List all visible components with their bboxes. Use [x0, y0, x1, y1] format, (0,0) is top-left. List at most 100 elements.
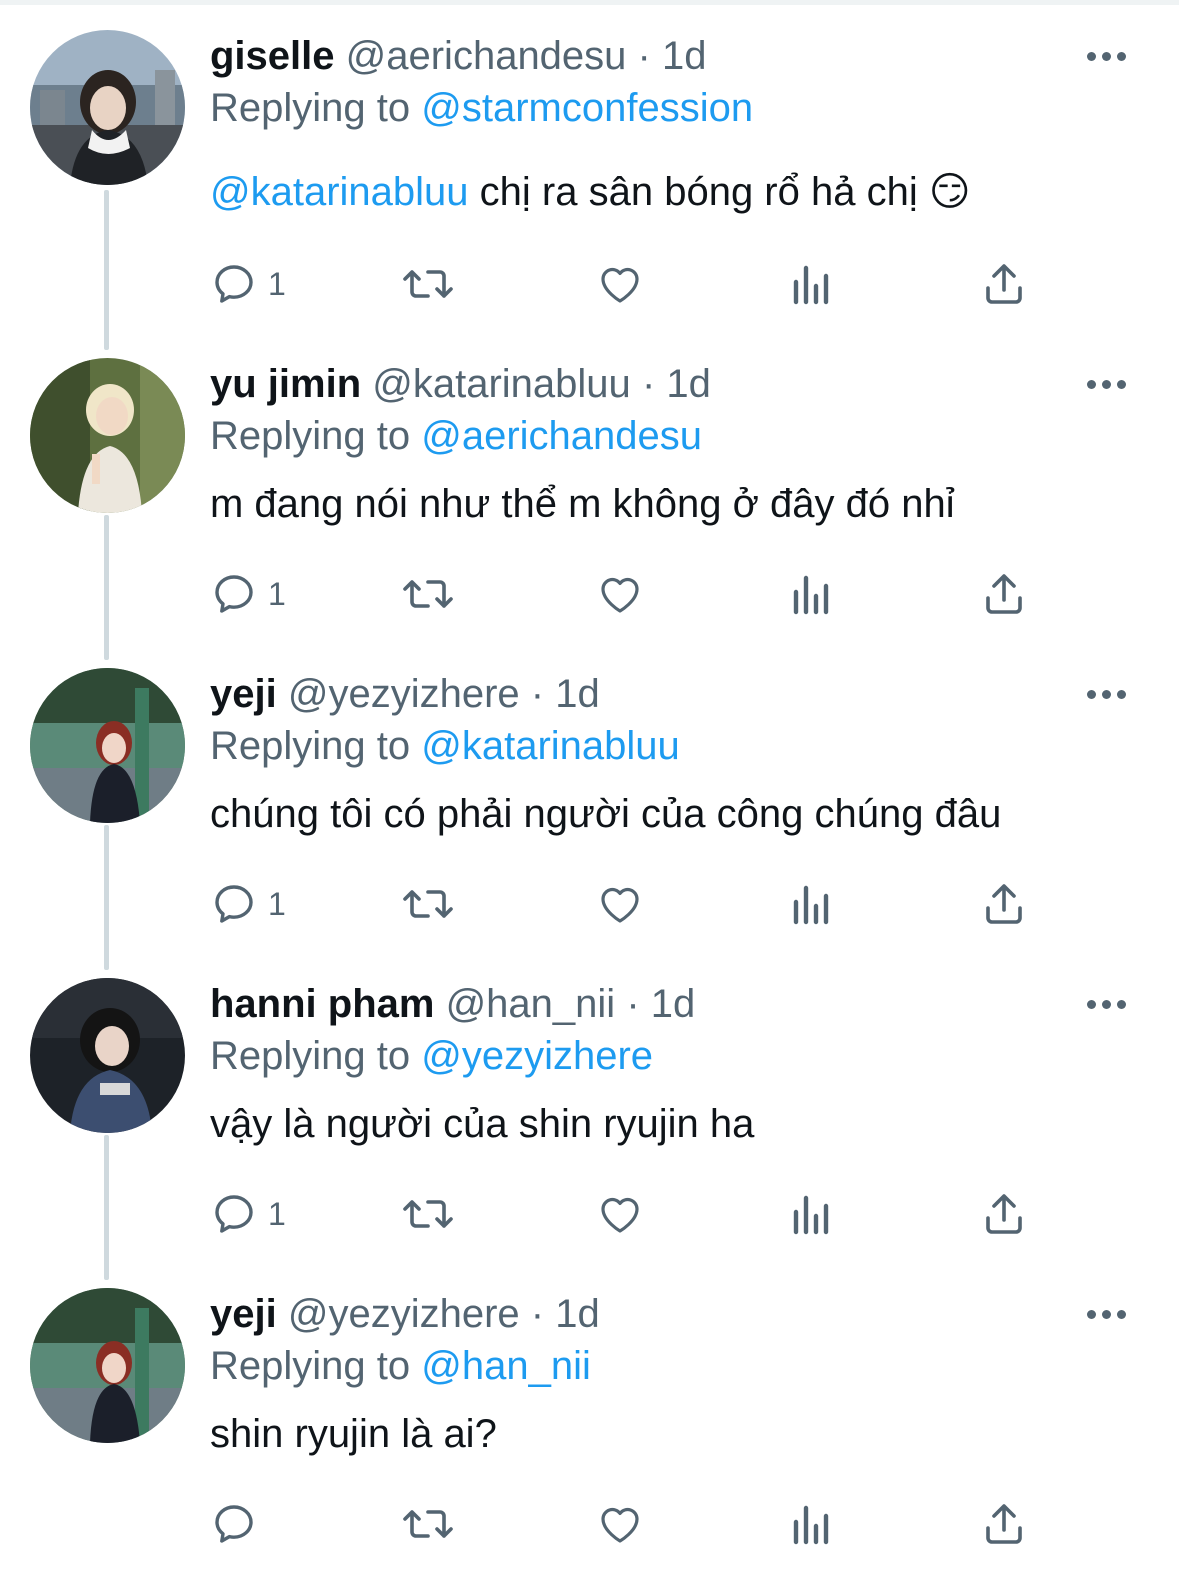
avatar[interactable] [30, 978, 185, 1133]
views-button[interactable] [792, 564, 832, 624]
display-name[interactable]: yeji [210, 1292, 277, 1336]
reply-button[interactable]: 1 [210, 874, 286, 934]
like-button[interactable] [595, 1184, 645, 1244]
like-icon [601, 577, 639, 613]
share-icon [986, 574, 1022, 614]
like-button[interactable] [595, 1494, 645, 1554]
avatar[interactable] [30, 30, 185, 185]
retweet-icon [403, 890, 453, 918]
tweet-header: yu jimin @katarinabluu · 1d [210, 361, 711, 407]
retweet-icon [403, 1510, 453, 1538]
user-handle[interactable]: @aerichandesu [346, 34, 627, 78]
like-button[interactable] [595, 874, 645, 934]
display-name[interactable]: yeji [210, 672, 277, 716]
tweet-header: hanni pham @han_nii · 1d [210, 981, 695, 1027]
tweet[interactable]: hanni pham @han_nii · 1d Replying to @ye… [0, 948, 1179, 1258]
tweet[interactable]: yu jimin @katarinabluu · 1d Replying to … [0, 328, 1179, 638]
replying-to-link[interactable]: @aerichandesu [421, 414, 702, 458]
views-button[interactable] [792, 1184, 832, 1244]
timestamp[interactable]: 1d [651, 982, 696, 1026]
share-icon [986, 1194, 1022, 1234]
views-icon [793, 265, 829, 305]
more-icon[interactable] [1087, 46, 1131, 66]
smirk-emoji: 😏 [928, 170, 971, 214]
like-button[interactable] [595, 564, 645, 624]
share-button[interactable] [982, 564, 1026, 624]
tweet[interactable]: yeji @yezyizhere · 1d Replying to @han_n… [0, 1258, 1179, 1568]
avatar[interactable] [30, 1288, 185, 1443]
timestamp[interactable]: 1d [555, 672, 600, 716]
replying-to: Replying to @starmconfession [210, 85, 753, 131]
reply-count: 1 [268, 1195, 286, 1232]
mention-link[interactable]: @katarinabluu [210, 170, 469, 214]
user-handle[interactable]: @katarinabluu [372, 362, 631, 406]
share-button[interactable] [982, 874, 1026, 934]
reply-button[interactable]: 1 [210, 1184, 286, 1244]
views-icon [793, 885, 829, 925]
tweet[interactable]: giselle @aerichandesu · 1d Replying to @… [0, 0, 1179, 310]
retweet-button[interactable] [400, 564, 456, 624]
retweet-button[interactable] [400, 1184, 456, 1244]
like-button[interactable] [595, 254, 645, 314]
replying-to-label: Replying to [210, 414, 411, 458]
more-icon[interactable] [1087, 374, 1131, 394]
action-bar [210, 1494, 1050, 1554]
user-handle[interactable]: @han_nii [446, 982, 616, 1026]
views-button[interactable] [792, 254, 832, 314]
share-button[interactable] [982, 1184, 1026, 1244]
replying-to-label: Replying to [210, 1034, 411, 1078]
reply-count: 1 [268, 265, 286, 302]
avatar[interactable] [30, 668, 185, 823]
share-icon [986, 884, 1022, 924]
timestamp[interactable]: 1d [555, 1292, 600, 1336]
action-bar: 1 [210, 564, 1050, 624]
separator: · [530, 1292, 545, 1336]
action-bar: 1 [210, 874, 1050, 934]
views-icon [793, 1505, 829, 1545]
replying-to-link[interactable]: @han_nii [421, 1344, 591, 1388]
tweet-header: yeji @yezyizhere · 1d [210, 671, 600, 717]
reply-button[interactable]: 1 [210, 564, 286, 624]
tweet-text: vậy là người của shin ryujin ha [210, 1102, 755, 1146]
share-button[interactable] [982, 1494, 1026, 1554]
tweet-text: shin ryujin là ai? [210, 1412, 497, 1456]
share-button[interactable] [982, 254, 1026, 314]
replying-to-link[interactable]: @starmconfession [421, 86, 753, 130]
replying-to-link[interactable]: @yezyizhere [421, 1034, 653, 1078]
user-handle[interactable]: @yezyizhere [288, 1292, 520, 1336]
tweet-text: @katarinabluu chị ra sân bóng rổ hả chị … [210, 168, 971, 216]
replying-to: Replying to @yezyizhere [210, 1033, 653, 1079]
reply-icon [215, 1505, 253, 1543]
views-icon [793, 575, 829, 615]
display-name[interactable]: hanni pham [210, 982, 434, 1026]
reply-count: 1 [268, 885, 286, 922]
display-name[interactable]: yu jimin [210, 362, 361, 406]
avatar[interactable] [30, 358, 185, 513]
reply-button[interactable] [210, 1494, 268, 1554]
display-name[interactable]: giselle [210, 34, 335, 78]
replying-to-label: Replying to [210, 86, 411, 130]
like-icon [601, 887, 639, 923]
replying-to-link[interactable]: @katarinabluu [421, 724, 680, 768]
more-icon[interactable] [1087, 994, 1131, 1014]
timestamp[interactable]: 1d [662, 34, 707, 78]
tweet-header: giselle @aerichandesu · 1d [210, 33, 707, 79]
action-bar: 1 [210, 254, 1050, 314]
reply-icon [215, 575, 253, 613]
reply-button[interactable]: 1 [210, 254, 286, 314]
retweet-icon [403, 1200, 453, 1228]
retweet-button[interactable] [400, 254, 456, 314]
like-icon [601, 1507, 639, 1543]
retweet-button[interactable] [400, 1494, 456, 1554]
timestamp[interactable]: 1d [666, 362, 711, 406]
separator: · [626, 982, 640, 1026]
retweet-button[interactable] [400, 874, 456, 934]
views-button[interactable] [792, 1494, 832, 1554]
like-icon [601, 1197, 639, 1233]
more-icon[interactable] [1087, 684, 1131, 704]
user-handle[interactable]: @yezyizhere [288, 672, 520, 716]
tweet[interactable]: yeji @yezyizhere · 1d Replying to @katar… [0, 638, 1179, 948]
more-icon[interactable] [1087, 1304, 1131, 1324]
separator: · [637, 34, 651, 78]
views-button[interactable] [792, 874, 832, 934]
